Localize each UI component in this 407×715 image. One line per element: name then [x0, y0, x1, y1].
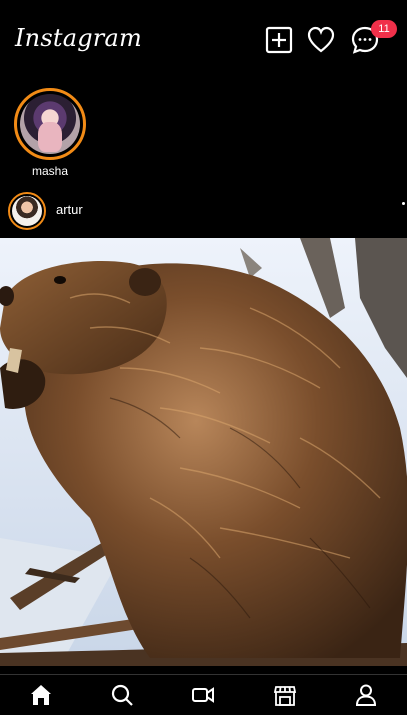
post-username[interactable]: artur [56, 202, 83, 217]
new-post-icon [265, 26, 293, 54]
new-post-button[interactable] [263, 24, 295, 56]
video-icon [192, 687, 215, 703]
nav-shop[interactable] [265, 675, 305, 715]
stories-tray: masha [0, 86, 407, 180]
post-avatar-ring[interactable] [8, 192, 46, 230]
story-username: masha [31, 164, 69, 178]
more-options-icon[interactable] [402, 202, 405, 205]
nav-reels[interactable] [183, 675, 223, 715]
story-ring [14, 88, 86, 160]
activity-button[interactable] [305, 24, 337, 56]
post-header: artur [0, 186, 407, 234]
avatar [20, 94, 80, 154]
shop-icon [273, 686, 296, 706]
nav-search[interactable] [102, 675, 142, 715]
app-logo[interactable]: Instagram [15, 24, 142, 52]
search-icon [111, 684, 133, 706]
post-image[interactable] [0, 238, 407, 666]
home-icon [30, 685, 51, 705]
profile-icon [356, 684, 377, 706]
story-item[interactable]: masha [14, 88, 86, 178]
nav-profile[interactable] [346, 675, 386, 715]
beaver-photo [0, 238, 407, 666]
heart-icon [307, 26, 335, 53]
messages-badge: 11 [371, 20, 397, 38]
avatar [12, 196, 42, 226]
messages-button[interactable]: 11 [349, 20, 397, 56]
nav-home[interactable] [21, 675, 61, 715]
top-bar: Instagram 11 [0, 0, 407, 82]
bottom-nav [0, 674, 407, 715]
